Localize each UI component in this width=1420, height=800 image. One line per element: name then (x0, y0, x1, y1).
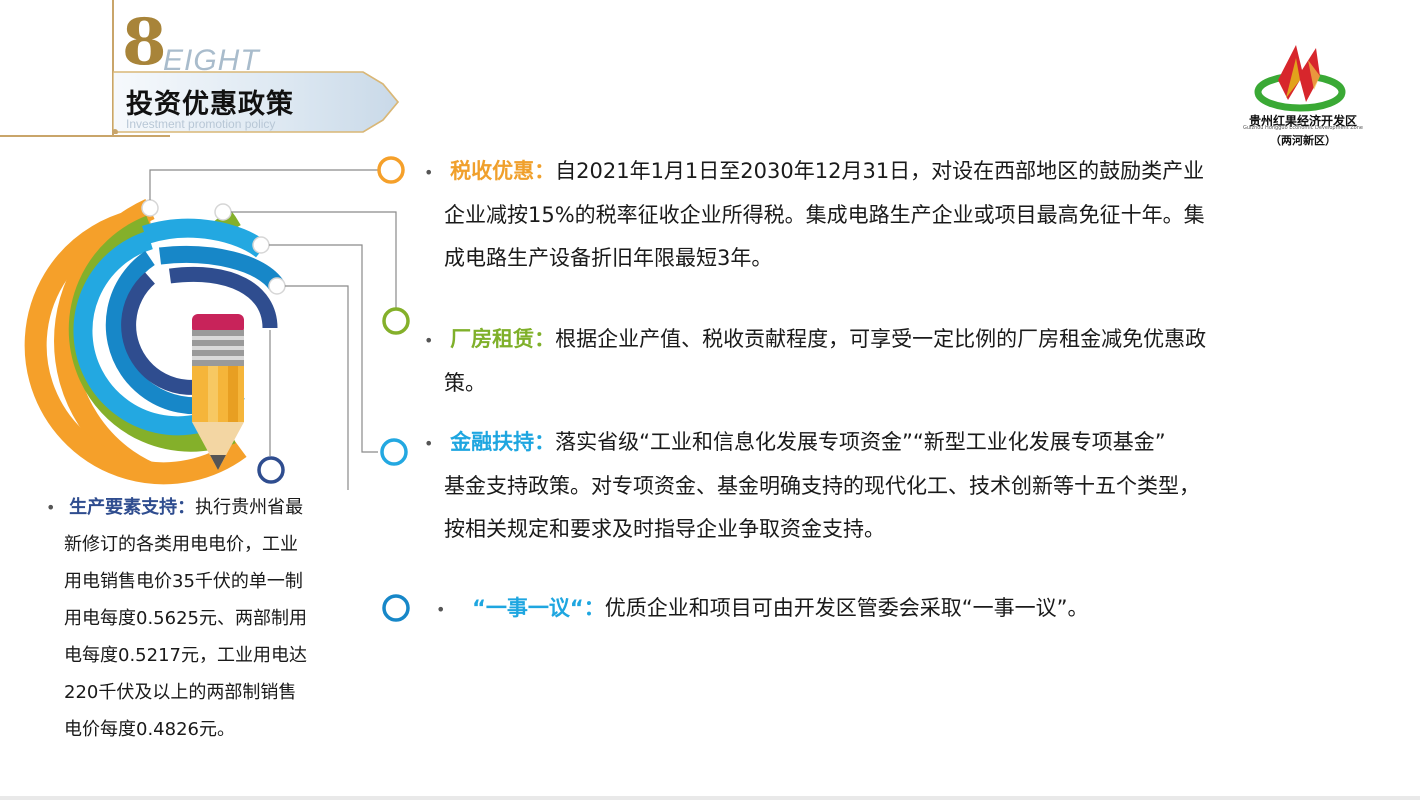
marker-tax (377, 156, 405, 184)
factor-line-0: 执行贵州省最 (195, 497, 304, 518)
policy-rent-line1: 根据企业产值、税收贡献程度，可享受一定比例的厂房租金减免优惠政 (555, 327, 1207, 351)
policy-tax-line2: 企业减按15%的税率征收企业所得税。集成电路生产企业或项目最高免征十年。集 (444, 203, 1205, 227)
logo-subname: （两河新区） (1270, 134, 1336, 147)
factor-line-5: 220千伏及以上的两部制销售 (64, 682, 297, 703)
section-number-word: EIGHT (163, 44, 260, 77)
header-horizontal-rule (0, 135, 170, 137)
policy-tax-line3: 成电路生产设备折旧年限最短3年。 (444, 246, 773, 270)
factor-line-2: 用电销售电价35千伏的单一制 (64, 571, 303, 592)
marker-finance (380, 438, 408, 466)
connector-markers (377, 156, 410, 622)
policy-finance: • 金融扶持：落实省级“工业和信息化发展专项资金”“新型工业化发展专项基金” 基… (424, 421, 1324, 551)
policy-case-label: “一事一议“： (472, 596, 605, 620)
policy-finance-label: 金融扶持： (450, 430, 556, 454)
policy-rent-line2: 策。 (444, 371, 486, 395)
policy-factor-support: • 生产要素支持：执行贵州省最 新修订的各类用电电价，工业 用电销售电价35千伏… (46, 489, 356, 748)
bullet: • (424, 163, 434, 182)
page-subtitle: Investment promotion policy (126, 117, 276, 131)
factor-line-6: 电价每度0.4826元。 (64, 719, 235, 740)
policy-tax: • 税收优惠：自2021年1月1日至2030年12月31日，对设在西部地区的鼓励… (424, 150, 1324, 280)
policy-rent: • 厂房租赁：根据企业产值、税收贡献程度，可享受一定比例的厂房租金减免优惠政 策… (424, 318, 1324, 405)
policy-diagram (24, 169, 397, 490)
policy-finance-line1: 落实省级“工业和信息化发展专项资金”“新型工业化发展专项基金” (555, 430, 1166, 454)
page-title: 投资优惠政策 (126, 89, 294, 120)
logo-name-en: Guizhou Hongguo Economic Development Zon… (1243, 125, 1363, 131)
bottom-divider (0, 796, 1420, 800)
factor-support-label: 生产要素支持： (69, 497, 196, 518)
bullet: • (436, 600, 446, 619)
section-number: 8 (122, 5, 167, 80)
factor-line-1: 新修订的各类用电电价，工业 (64, 534, 298, 555)
policy-finance-line2: 基金支持政策。对专项资金、基金明确支持的现代化工、技术创新等十五个类型， (444, 474, 1200, 498)
policy-finance-line3: 按相关规定和要求及时指导企业争取资金支持。 (444, 517, 885, 541)
policy-tax-line1: 自2021年1月1日至2030年12月31日，对设在西部地区的鼓励类产业 (555, 159, 1205, 183)
policy-rent-label: 厂房租赁： (450, 327, 556, 351)
policy-tax-label: 税收优惠： (450, 159, 556, 183)
bullet: • (424, 331, 434, 350)
factor-line-4: 电每度0.5217元，工业用电达 (64, 645, 307, 666)
policy-case-line1: 优质企业和项目可由开发区管委会采取“一事一议”。 (604, 596, 1089, 620)
bullet: • (424, 434, 434, 453)
policy-case-by-case: • “一事一议“：优质企业和项目可由开发区管委会采取“一事一议”。 (436, 587, 1336, 631)
marker-case-by-case (382, 594, 410, 622)
factor-line-3: 用电每度0.5625元、两部制用 (64, 608, 307, 629)
marker-rent (382, 307, 410, 335)
marker-factor-support (257, 456, 285, 484)
bullet: • (46, 498, 56, 517)
